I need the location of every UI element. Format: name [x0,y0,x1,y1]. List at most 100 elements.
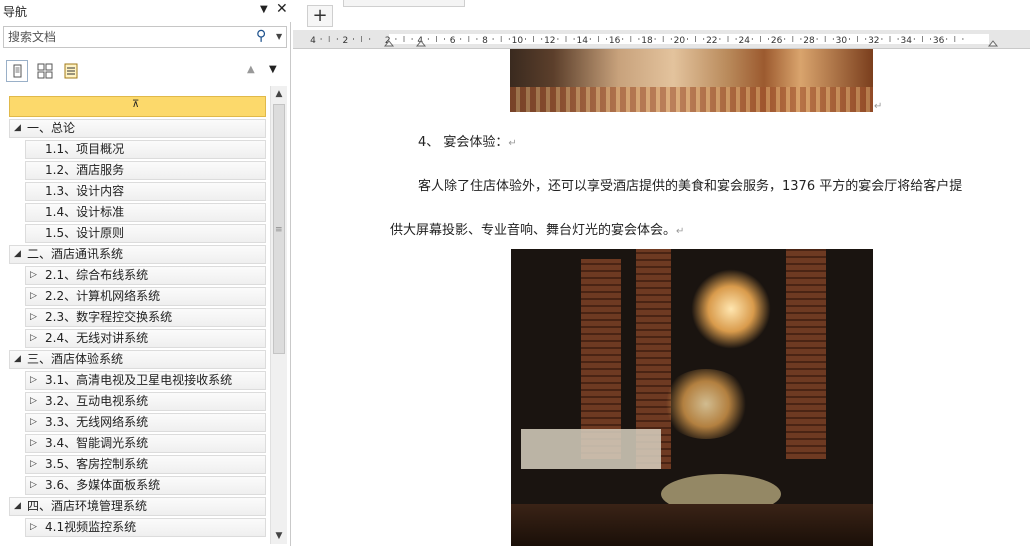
collapsed-arrow-icon[interactable]: ▷ [30,519,37,536]
document-tab[interactable] [343,0,465,7]
tree-item-label: 1.5、设计原则 [45,226,125,240]
collapsed-arrow-icon[interactable]: ▷ [30,288,37,305]
expanded-arrow-icon[interactable]: ◢ [14,246,21,263]
document-page[interactable]: ↵ 4、 宴会体验： ↵ 客人除了住店体验外，还可以享受酒店提供的美食和宴会服务，… [293,49,1030,546]
tree-item-section[interactable]: ◢ 三、酒店体验系统 [9,350,266,369]
expanded-arrow-icon[interactable]: ◢ [14,351,21,368]
body-text-line-1: 客人除了住店体验外，还可以享受酒店提供的美食和宴会服务，1376 平方的宴会厅将… [418,179,963,194]
body-text-line-2: 供大屏幕投影、专业音响、舞台灯光的宴会体会。↵ [390,219,684,238]
scroll-up-icon[interactable]: ▲ [271,86,287,102]
tree-item-subsection[interactable]: ▷ 3.1、高清电视及卫星电视接收系统 [25,371,266,390]
ruler-label: 32 [868,36,879,46]
tree-item-subsection[interactable]: ▷ 2.4、无线对讲系统 [25,329,266,348]
tree-item-label: 1.1、项目概况 [45,142,125,156]
tree-item-label: 一、总论 [27,121,76,135]
tree-item-subsection[interactable]: ▷ 2.1、综合布线系统 [25,266,266,285]
tree-item-subsection[interactable]: ▷ 3.5、客房控制系统 [25,455,266,474]
results-list-icon [64,63,78,79]
bar-seating [521,429,661,469]
tree-item-label: 二、酒店通讯系统 [27,247,124,261]
navigation-pane: 导航 ▼ ✕ ⚲ ▼ ▲ ▼ ⊼ ◢一、总论1.1、项目概况1.2、酒店服务1.… [0,0,291,546]
tree-item-label: 1.4、设计标准 [45,205,125,219]
magnifier-icon[interactable]: ⚲ [256,28,266,44]
ruler-label: 2 [343,36,349,46]
new-tab-button[interactable]: + [307,5,333,27]
tree-item-subsection[interactable]: ▷ 2.3、数字程控交换系统 [25,308,266,327]
scroll-down-icon[interactable]: ▼ [271,528,287,544]
photo-detail [510,87,873,112]
nav-header: 导航 ▼ ✕ [0,0,291,22]
ruler-label: 12 [544,36,555,46]
collapsed-arrow-icon[interactable]: ▷ [30,477,37,494]
tree-item-subsection[interactable]: ▷ 4.1视频监控系统 [25,518,266,537]
tree-item-subsection[interactable]: ▷ 3.4、智能调光系统 [25,434,266,453]
tree-item-label: 2.2、计算机网络系统 [45,289,161,303]
collapsed-arrow-icon[interactable]: ▷ [30,372,37,389]
grid-icon [37,63,53,79]
scroll-thumb[interactable]: ≡ [273,104,285,354]
paragraph-mark-icon: ↵ [676,226,685,237]
tree-item-label: 三、酒店体验系统 [27,352,124,366]
nav-scrollbar[interactable]: ▲ ≡ ▼ [270,86,287,544]
tab-headings[interactable] [6,60,28,82]
tree-item-subsection[interactable]: ▷ 2.2、计算机网络系统 [25,287,266,306]
ruler-label: 22 [706,36,717,46]
floor [511,504,873,546]
tree-item-section[interactable]: ◢ 一、总论 [9,119,266,138]
tree-item-subsection[interactable]: 1.3、设计内容 [25,182,266,201]
collapsed-arrow-icon[interactable]: ▷ [30,414,37,431]
tree-item-label: 2.1、综合布线系统 [45,268,149,282]
tree-item-subsection[interactable]: ▷ 3.3、无线网络系统 [25,413,266,432]
chevron-down-icon[interactable]: ▼ [276,32,282,41]
collapsed-arrow-icon[interactable]: ▷ [30,330,37,347]
grip-icon: ≡ [275,225,283,235]
collapsed-arrow-icon[interactable]: ▷ [30,309,37,326]
tree-item-subsection[interactable]: 1.4、设计标准 [25,203,266,222]
tree-item-label: 3.1、高清电视及卫星电视接收系统 [45,373,233,387]
ruler-label: 34 [900,36,912,46]
collapsed-arrow-icon[interactable]: ▷ [30,393,37,410]
tab-pages[interactable] [34,60,56,82]
tree-item-label: 4.1视频监控系统 [45,520,137,534]
previous-result-icon[interactable]: ▲ [247,64,255,75]
document-tab-strip: + [293,0,1030,30]
tree-item-subsection[interactable]: ▷ 3.2、互动电视系统 [25,392,266,411]
ruler-label: 36 [933,36,945,46]
tree-item-subsection[interactable]: 1.5、设计原则 [25,224,266,243]
ruler-label: 20 [674,36,686,46]
tree-item-label: 3.5、客房控制系统 [45,457,149,471]
close-icon[interactable]: ✕ [276,1,288,17]
horizontal-ruler[interactable]: 4 2 2 4 6 8 10 12 14 16 18 20 22 24 26 28 30 32 34 36 [293,30,1030,49]
tree-item-subsection[interactable]: 1.2、酒店服务 [25,161,266,180]
heading-text: 4、 宴会体验： [418,135,509,150]
nav-title: 导航 [3,5,28,19]
tree-item-section[interactable]: ◢ 四、酒店环境管理系统 [9,497,266,516]
chandelier [691,269,771,349]
expanded-arrow-icon[interactable]: ◢ [14,120,21,137]
next-result-icon[interactable]: ▼ [269,64,277,75]
expanded-arrow-icon[interactable]: ◢ [14,498,21,515]
ruler-label: 8 [482,36,488,46]
tree-item-label: 3.2、互动电视系统 [45,394,149,408]
banquet-hall-photo [511,249,873,546]
tree-item-label: 2.4、无线对讲系统 [45,331,149,345]
collapsed-arrow-icon[interactable]: ▷ [30,267,37,284]
paragraph-mark-icon: ↵ [874,101,883,112]
search-box[interactable]: ⚲ ▼ [3,26,287,48]
ruler-label: 24 [738,36,750,46]
tree-item-label: 2.3、数字程控交换系统 [45,310,173,324]
triangle-down-icon[interactable]: ▼ [260,4,268,15]
ruler-label: 6 [450,36,456,46]
tree-item-label: 3.4、智能调光系统 [45,436,149,450]
tree-item-label: 3.3、无线网络系统 [45,415,149,429]
tree-item-subsection[interactable]: 1.1、项目概况 [25,140,266,159]
collapsed-arrow-icon[interactable]: ▷ [30,435,37,452]
ruler-label: 10 [512,36,524,46]
collapsed-arrow-icon[interactable]: ▷ [30,456,37,473]
tree-item-subsection[interactable]: ▷ 3.6、多媒体面板系统 [25,476,266,495]
tree-item-section[interactable]: ◢ 二、酒店通讯系统 [9,245,266,264]
body-text: 供大屏幕投影、专业音响、舞台灯光的宴会体会。 [390,223,677,238]
right-indent-marker[interactable] [987,40,999,47]
tab-results[interactable] [60,60,82,82]
search-input[interactable] [8,30,238,44]
